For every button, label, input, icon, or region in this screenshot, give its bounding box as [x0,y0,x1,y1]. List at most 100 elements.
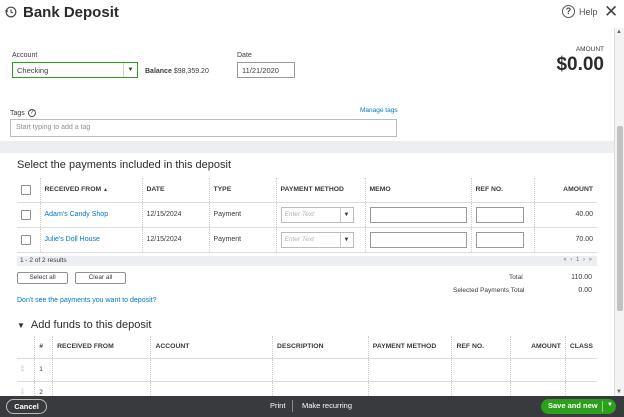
memo-input[interactable] [369,206,467,223]
col-class: CLASS [565,336,597,359]
row-checkbox[interactable] [21,234,31,245]
account-balance: Balance $98,359.20 [145,68,209,75]
col-received-from-label: RECEIVED FROM [44,186,102,194]
amount-label: AMOUNT [575,46,604,53]
drag-handle-icon[interactable]: ⁞⁞ [21,366,24,373]
ref-no-input[interactable] [475,231,524,248]
footer-bar: Cancel Print Make recurring Save and new… [0,396,624,417]
select-all-button[interactable]: Select all [17,272,68,284]
account-label: Account [12,52,38,59]
row-amount: 70.00 [534,227,597,253]
print-button[interactable]: Print [270,401,285,410]
col-ref-no: REF NO. [451,336,512,359]
scroll-up-icon[interactable]: ▲ [616,29,622,35]
col-ref-no[interactable]: REF NO. [471,178,535,203]
add-funds-title: Add funds to this deposit [30,319,152,331]
ref-no-cell [471,202,535,228]
sort-asc-icon: ▲ [103,187,108,194]
memo-input[interactable] [369,231,467,248]
received-from-link[interactable]: Julie's Doll House [40,227,143,253]
footer-divider [292,400,293,412]
cancel-button[interactable]: Cancel [6,399,47,414]
pagination-bar: 1 - 2 of 2 results « ‹ 1 › » [17,256,597,266]
col-description: DESCRIPTION [272,336,369,359]
dont-see-payments-link[interactable]: Don't see the payments you want to depos… [17,297,156,304]
cell-class[interactable] [565,358,597,382]
make-recurring-button[interactable]: Make recurring [302,401,352,410]
account-value: Checking [17,66,49,75]
memo-cell [365,202,472,228]
col-type[interactable]: TYPE [209,178,277,203]
balance-value: $98,359.20 [173,68,209,75]
ref-no-cell [471,227,535,253]
payments-table: RECEIVED FROM ▲ DATE TYPE PAYMENT METHOD… [17,178,597,253]
received-from-link[interactable]: Adam's Candy Shop [40,202,143,228]
vertical-scrollbar[interactable]: ▲ ▼ [614,28,624,396]
scrollbar-thumb[interactable] [617,126,623,311]
row-checkbox-cell [17,202,41,228]
memo-cell [365,227,472,253]
chevron-down-icon[interactable]: ▼ [339,207,353,222]
col-date[interactable]: DATE [142,178,210,203]
table-row[interactable]: ⁞⁞ 1 [17,358,597,382]
col-received-from: RECEIVED FROM [52,336,152,359]
amount-total: $0.00 [556,54,604,75]
payment-method-cell: Enter Text ▼ [276,227,366,253]
row-date: 12/15/2024 [142,202,210,228]
modal-header: Bank Deposit ? Help ✕ [0,0,624,28]
help-icon[interactable]: ? [562,5,575,18]
total-value: 110.00 [571,274,592,281]
line-number: 1 [34,358,54,382]
account-dropdown[interactable]: Checking ▼ [12,62,138,78]
cell-amount[interactable] [510,358,566,382]
section-divider [0,141,614,153]
tags-input[interactable]: Start typing to add a tag [10,119,397,137]
chevron-down-icon[interactable]: ▼ [339,232,353,247]
date-field[interactable]: 11/21/2020 [237,62,295,78]
ref-no-input[interactable] [475,206,524,223]
date-label: Date [237,52,252,59]
cell-ref-no[interactable] [451,358,512,382]
cell-description[interactable] [272,358,369,382]
collapse-triangle-icon: ▼ [17,321,25,330]
cell-account[interactable] [150,358,274,382]
row-amount: 40.00 [534,202,597,228]
save-and-new-button[interactable]: Save and new ▼ [541,399,616,414]
table-row: Adam's Candy Shop 12/15/2024 Payment Ent… [17,202,597,228]
col-amount[interactable]: AMOUNT [534,178,597,203]
payment-method-dropdown[interactable]: Enter Text ▼ [280,206,354,223]
col-received-from[interactable]: RECEIVED FROM ▲ [40,178,143,203]
payment-method-placeholder: Enter Text [284,210,314,218]
payment-method-dropdown[interactable]: Enter Text ▼ [280,231,354,248]
drag-handle-cell: ⁞⁞ [17,358,36,382]
drag-handle-icon[interactable]: ⁞⁞ [21,389,24,396]
clear-all-button[interactable]: Clear all [75,272,126,284]
row-checkbox[interactable] [21,209,31,220]
tags-label-text: Tags [10,109,25,117]
cell-received-from[interactable] [52,358,152,382]
scroll-down-icon[interactable]: ▼ [616,389,622,395]
col-drag [17,336,36,359]
chevron-down-icon[interactable]: ▼ [123,63,137,77]
row-type: Payment [209,202,277,228]
history-icon[interactable] [5,6,17,18]
balance-label: Balance [145,68,172,75]
cell-payment-method[interactable] [368,358,453,382]
results-count: 1 - 2 of 2 results [20,257,67,264]
selected-total-value: 0.00 [578,287,592,294]
help-label[interactable]: Help [579,7,598,17]
row-date: 12/15/2024 [142,227,210,253]
col-memo[interactable]: MEMO [365,178,472,203]
select-all-checkbox[interactable] [21,184,31,195]
payment-method-cell: Enter Text ▼ [276,202,366,228]
manage-tags-link[interactable]: Manage tags [360,107,398,114]
pager-nav-icons[interactable]: « ‹ 1 › » [563,257,593,263]
add-funds-toggle[interactable]: ▼ Add funds to this deposit [17,319,151,331]
chevron-down-icon[interactable]: ▼ [607,402,613,408]
close-icon[interactable]: ✕ [604,3,618,20]
table-header-row: # RECEIVED FROM ACCOUNT DESCRIPTION PAYM… [17,336,597,359]
table-header-row: RECEIVED FROM ▲ DATE TYPE PAYMENT METHOD… [17,178,597,203]
row-type: Payment [209,227,277,253]
col-payment-method[interactable]: PAYMENT METHOD [276,178,366,203]
info-icon[interactable]: ? [27,109,36,117]
